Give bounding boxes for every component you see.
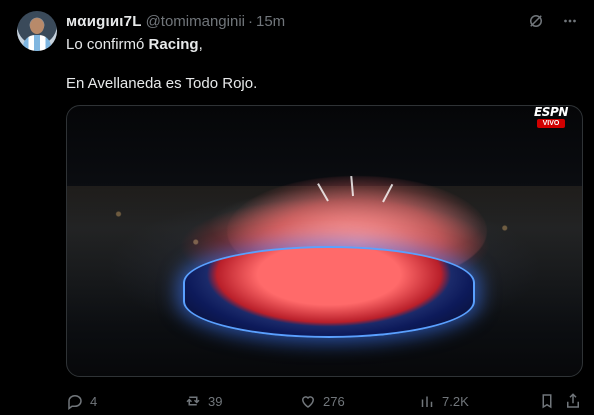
stadium-illustration <box>183 246 475 338</box>
reply-icon <box>66 392 84 410</box>
display-name[interactable]: мαиgιиι7L <box>66 13 142 30</box>
heart-icon <box>299 392 317 410</box>
tweet-text-line-1: Lo confirmó Racing, <box>66 35 203 55</box>
retweet-button[interactable]: 39 <box>184 392 222 410</box>
views-button[interactable]: 7.2K <box>418 392 469 410</box>
handle[interactable]: @tomimanginii <box>146 13 245 30</box>
tweet-text-line-2: En Avellaneda es Todo Rojo. <box>66 75 258 92</box>
share-button[interactable] <box>564 392 582 410</box>
bookmark-icon <box>538 392 556 410</box>
tweet-header: мαиgιиι7L @tomimanginii · 15m <box>66 11 285 31</box>
tweet-text-bold: Racing <box>148 36 199 53</box>
more-icon[interactable] <box>560 11 580 31</box>
espn-watermark: ESPN VIVO <box>529 105 573 128</box>
avatar-head-shape <box>30 18 44 34</box>
timestamp[interactable]: 15m <box>256 13 285 30</box>
retweet-count: 39 <box>208 393 223 409</box>
top-right-icons <box>526 11 580 31</box>
tweet-media[interactable]: ESPN VIVO <box>66 105 583 377</box>
reply-button[interactable]: 4 <box>66 392 97 410</box>
like-count: 276 <box>323 393 345 409</box>
retweet-icon <box>184 392 202 410</box>
grok-icon[interactable] <box>526 11 546 31</box>
bookmark-button[interactable] <box>538 392 556 410</box>
share-icon <box>564 392 582 410</box>
time-separator: · <box>248 12 253 30</box>
avatar[interactable] <box>17 11 57 51</box>
views-count: 7.2K <box>442 393 469 409</box>
reply-count: 4 <box>90 393 98 409</box>
tweet-text-suffix: , <box>198 36 203 53</box>
tweet: мαиgιиι7L @tomimanginii · 15m Lo confirm… <box>0 0 594 415</box>
espn-brand: ESPN <box>533 105 569 119</box>
fireworks <box>312 175 412 216</box>
tweet-text-prefix: Lo confirmó <box>66 36 149 53</box>
like-button[interactable]: 276 <box>299 392 345 410</box>
avatar-shirt-shape <box>23 35 51 51</box>
tweet-actions: 4 39 276 7.2K <box>66 390 583 412</box>
views-icon <box>418 392 436 410</box>
espn-vivo-badge: VIVO <box>536 119 566 128</box>
